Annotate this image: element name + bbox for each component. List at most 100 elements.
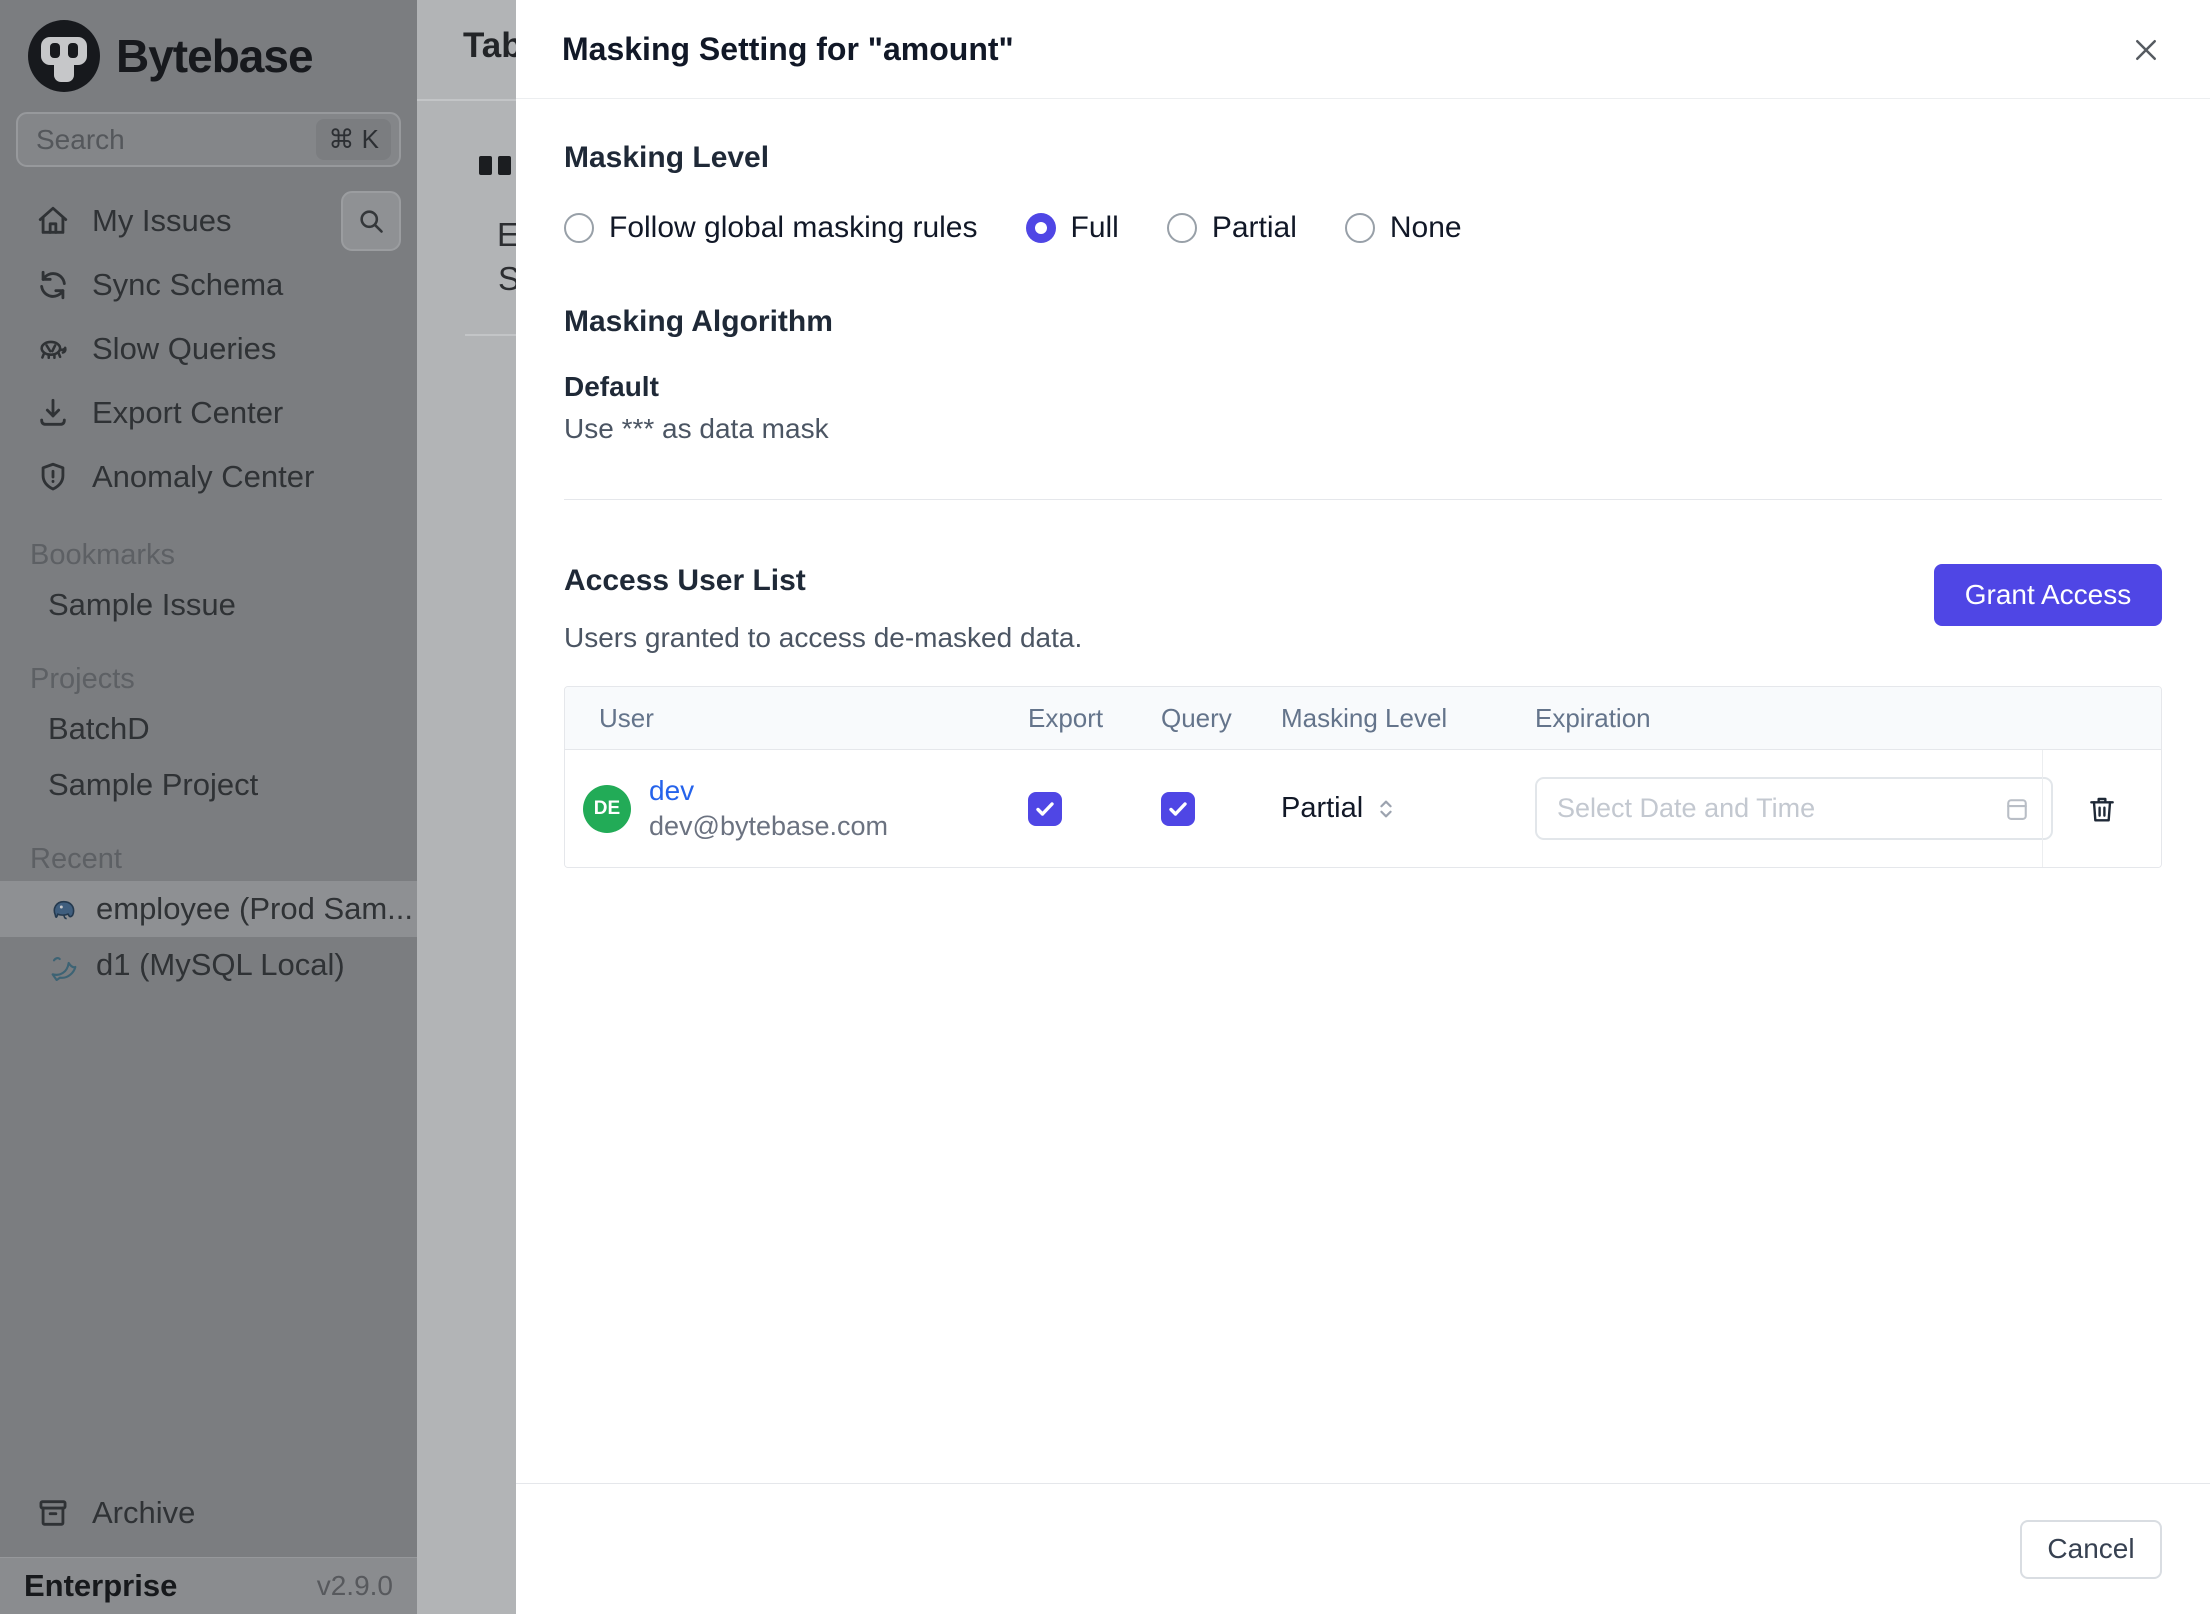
dialog-header: Masking Setting for "amount": [516, 0, 2210, 99]
sidebar-item-sample-issue[interactable]: Sample Issue: [0, 577, 417, 633]
list-item-label: Sample Project: [48, 767, 259, 802]
plan-label: Enterprise: [24, 1568, 178, 1603]
sidebar-item-d1-db[interactable]: d1 (MySQL Local): [0, 937, 417, 993]
search-input[interactable]: Search ⌘ K: [16, 112, 401, 167]
sidebar-item-sample-project[interactable]: Sample Project: [0, 757, 417, 813]
quick-search-button[interactable]: [341, 191, 401, 251]
backdrop-drawer-strip: Tab E S: [417, 0, 516, 1614]
masking-level-select[interactable]: Partial: [1281, 792, 1502, 825]
table-header-row: User Export Query Masking Level Expirati…: [565, 687, 2161, 750]
sidebar-item-export-center[interactable]: Export Center: [0, 381, 417, 445]
access-user-list-header: Access User List Users granted to access…: [564, 564, 2162, 654]
shield-icon: [41, 462, 65, 491]
sidebar-item-sync-schema[interactable]: Sync Schema: [0, 253, 417, 317]
user-email: dev@bytebase.com: [649, 811, 889, 841]
sidebar-item-archive[interactable]: Archive: [0, 1481, 417, 1545]
user-name-link[interactable]: dev: [649, 775, 888, 807]
section-label-projects: Projects: [30, 662, 135, 695]
access-user-list-heading: Access User List: [564, 564, 806, 597]
list-item-label: employee (Prod Sam...: [96, 891, 414, 926]
user-cell: DE dev dev@bytebase.com: [565, 775, 962, 842]
close-icon: [2136, 40, 2156, 60]
column-header-user: User: [599, 702, 654, 733]
calendar-icon: [2007, 798, 2027, 820]
bytebase-logo-icon: [28, 20, 100, 92]
list-item-label: BatchD: [48, 711, 150, 746]
sidebar-footer: Enterprise v2.9.0: [0, 1557, 417, 1614]
app-root: Bytebase Search ⌘ K My Issues Sync Schem…: [0, 0, 2210, 1614]
algorithm-description: Use *** as data mask: [564, 413, 829, 444]
export-cell: [962, 791, 1107, 826]
masking-algorithm-heading: Masking Algorithm: [564, 305, 833, 338]
divider: [465, 334, 516, 336]
sidebar-item-batchd[interactable]: BatchD: [0, 701, 417, 757]
radio-circle[interactable]: [1166, 213, 1197, 243]
clipped-drawer-title: Tab: [463, 26, 516, 65]
algorithm-name: Default: [564, 371, 659, 402]
postgres-icon: [53, 900, 75, 920]
sync-icon: [40, 270, 66, 300]
row-actions-cell: [2042, 750, 2161, 867]
search-icon: [360, 210, 383, 233]
radio-circle[interactable]: [564, 213, 594, 243]
sidebar-item-label: Slow Queries: [92, 331, 277, 366]
sidebar-item-label: Archive: [92, 1495, 196, 1530]
avatar: DE: [583, 784, 631, 833]
masking-level-heading: Masking Level: [564, 141, 770, 174]
sidebar-item-anomaly-center[interactable]: Anomaly Center: [0, 445, 417, 509]
masking-setting-dialog: Masking Setting for "amount" Masking Lev…: [516, 0, 2210, 1614]
search-placeholder: Search: [36, 123, 125, 155]
sidebar-item-label: Sync Schema: [92, 267, 284, 302]
expiration-date-input[interactable]: Select Date and Time: [1535, 777, 2053, 840]
sidebar: Bytebase Search ⌘ K My Issues Sync Schem…: [0, 0, 417, 1614]
masking-level-cell: Partial: [1237, 792, 1502, 825]
search-shortcut-badge: ⌘ K: [316, 119, 391, 160]
access-user-table: User Export Query Masking Level Expirati…: [564, 686, 2162, 868]
sidebar-nav: My Issues Sync Schema Slow Queries Expor…: [0, 189, 417, 509]
export-checkbox[interactable]: [1028, 791, 1062, 826]
version-label: v2.9.0: [316, 1570, 393, 1601]
dialog-body: Masking Level Follow global masking rule…: [516, 99, 2210, 1483]
divider: [564, 499, 2162, 500]
brand-name: Bytebase: [116, 30, 314, 82]
column-header-masking-level: Masking Level: [1281, 702, 1448, 733]
sidebar-item-slow-queries[interactable]: Slow Queries: [0, 317, 417, 381]
table-row: DE dev dev@bytebase.com Partial Select D…: [565, 750, 2161, 867]
radio-circle[interactable]: [1344, 213, 1375, 243]
delete-user-button[interactable]: [2086, 793, 2118, 825]
radio-follow-global-rules[interactable]: Follow global masking rules: [564, 211, 978, 245]
chevron-up-down-icon: [1380, 800, 1392, 817]
home-icon: [38, 206, 68, 234]
grant-access-button[interactable]: Grant Access: [1934, 564, 2162, 626]
date-placeholder: Select Date and Time: [1557, 793, 1816, 823]
sidebar-item-my-issues[interactable]: My Issues: [0, 189, 417, 253]
sidebar-item-label: My Issues: [92, 203, 232, 238]
mysql-icon: [51, 957, 77, 981]
clipped-text: S: [498, 260, 516, 297]
dialog-footer: Cancel: [516, 1483, 2210, 1614]
radio-partial[interactable]: Partial: [1166, 211, 1297, 245]
column-header-expiration: Expiration: [1535, 702, 1651, 733]
column-header-query: Query: [1161, 702, 1232, 733]
cancel-button[interactable]: Cancel: [2020, 1519, 2162, 1579]
turtle-icon: [40, 340, 67, 360]
check-icon: [1036, 801, 1054, 816]
archive-icon: [39, 1500, 67, 1526]
divider: [417, 99, 516, 101]
access-user-list-subtitle: Users granted to access de-masked data.: [564, 622, 1083, 653]
radio-full[interactable]: Full: [1025, 211, 1119, 245]
radio-circle[interactable]: [1025, 213, 1056, 243]
section-label-recent: Recent: [30, 842, 122, 875]
list-item-label: Sample Issue: [48, 587, 236, 622]
list-item-label: d1 (MySQL Local): [96, 947, 345, 982]
expiration-cell: Select Date and Time: [1502, 777, 2053, 840]
brand-logo[interactable]: Bytebase: [0, 0, 417, 110]
close-button[interactable]: [2126, 30, 2166, 70]
download-icon: [40, 398, 66, 426]
sidebar-item-employee-db[interactable]: employee (Prod Sam...: [0, 881, 417, 937]
query-checkbox[interactable]: [1161, 791, 1195, 826]
masking-level-radio-group: Follow global masking rules Full Partial…: [564, 211, 2162, 245]
clipped-icon: [479, 156, 511, 175]
sidebar-item-label: Export Center: [92, 395, 284, 430]
radio-none[interactable]: None: [1344, 211, 1462, 245]
